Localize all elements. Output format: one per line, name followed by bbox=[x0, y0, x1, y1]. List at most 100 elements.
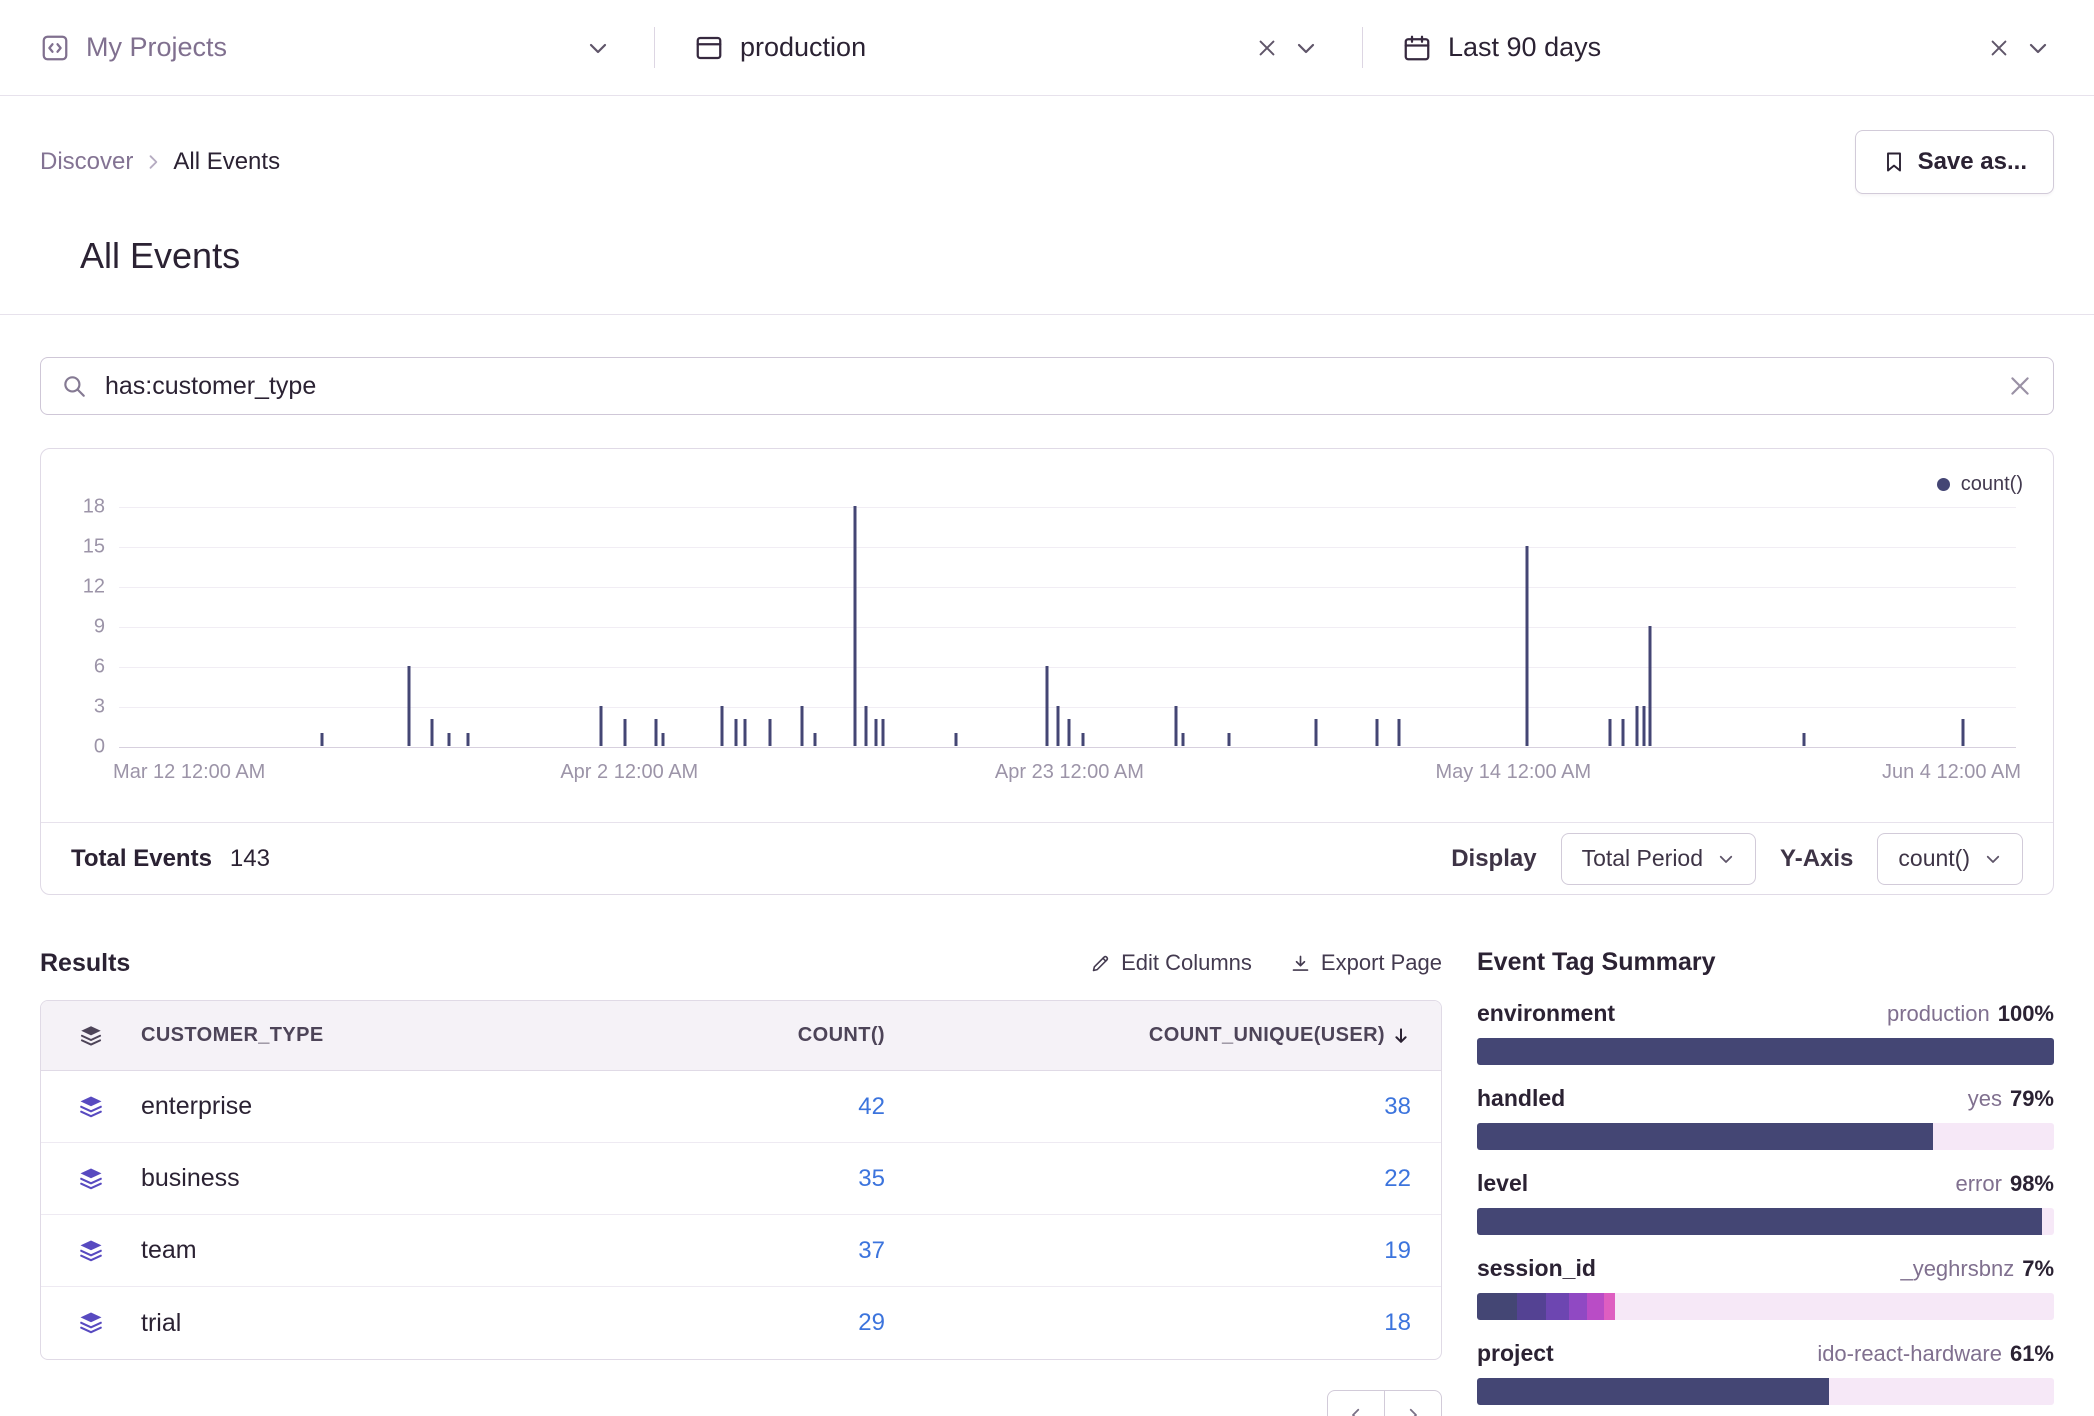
chart-plot[interactable] bbox=[119, 507, 2016, 747]
count-unique-cell-link[interactable]: 18 bbox=[915, 1309, 1441, 1337]
tag-distribution-bar[interactable] bbox=[1477, 1378, 2054, 1405]
chart-spike bbox=[1648, 626, 1651, 746]
tag-bar-segment bbox=[1477, 1038, 2054, 1065]
project-filter[interactable]: My Projects bbox=[0, 0, 654, 95]
count-cell-link[interactable]: 42 bbox=[731, 1093, 915, 1121]
pencil-icon bbox=[1090, 953, 1111, 974]
save-as-button[interactable]: Save as... bbox=[1855, 130, 2054, 194]
tag-distribution-bar[interactable] bbox=[1477, 1293, 2054, 1320]
chart-spike bbox=[1182, 733, 1185, 746]
results-table-body: enterprise 42 38 business 35 22 team 37 … bbox=[41, 1071, 1441, 1359]
chart-spike bbox=[1635, 706, 1638, 746]
tag-name: level bbox=[1477, 1170, 1528, 1197]
chart-spike bbox=[467, 733, 470, 746]
tag-bar-segment bbox=[1615, 1293, 2054, 1320]
results-table-header: CUSTOMER_TYPE COUNT() COUNT_UNIQUE(USER) bbox=[41, 1001, 1441, 1071]
breadcrumb-discover-link[interactable]: Discover bbox=[40, 148, 133, 176]
chart-x-labels: Mar 12 12:00 AMApr 2 12:00 AMApr 23 12:0… bbox=[119, 761, 2016, 789]
column-header-count-unique[interactable]: COUNT_UNIQUE(USER) bbox=[915, 1024, 1441, 1047]
chart-spike bbox=[1227, 733, 1230, 746]
chevron-right-icon bbox=[1404, 1406, 1422, 1416]
tag-bar-segment bbox=[1604, 1293, 1616, 1320]
chart-spike bbox=[1068, 719, 1071, 746]
tag-bar-segment bbox=[1477, 1208, 2042, 1235]
chart-gridline bbox=[119, 667, 2016, 668]
chevron-down-icon[interactable] bbox=[1294, 36, 1318, 60]
chart-spike bbox=[768, 719, 771, 746]
display-select[interactable]: Total Period bbox=[1561, 833, 1756, 885]
edit-columns-label: Edit Columns bbox=[1121, 950, 1252, 976]
tag-bar-segment bbox=[1933, 1123, 2054, 1150]
chart-y-labels: 1815129630 bbox=[41, 507, 105, 747]
search-bar bbox=[40, 357, 2054, 415]
count-cell-link[interactable]: 29 bbox=[731, 1309, 915, 1337]
previous-page-button[interactable] bbox=[1327, 1390, 1385, 1416]
search-input[interactable] bbox=[105, 372, 1989, 401]
y-axis-select[interactable]: count() bbox=[1877, 833, 2023, 885]
export-page-button[interactable]: Export Page bbox=[1290, 950, 1442, 976]
tag-summary-item: handledyes79% bbox=[1477, 1085, 2054, 1150]
chart-spike bbox=[431, 719, 434, 746]
count-cell-link[interactable]: 37 bbox=[731, 1237, 915, 1265]
download-icon bbox=[1290, 953, 1311, 974]
search-icon bbox=[61, 373, 87, 399]
tag-bar-segment bbox=[1829, 1378, 2054, 1405]
edit-columns-button[interactable]: Edit Columns bbox=[1090, 950, 1252, 976]
results-title: Results bbox=[40, 949, 130, 978]
results-section: Results Edit Columns Export bbox=[40, 948, 1442, 1360]
chart-spike bbox=[1315, 719, 1318, 746]
clear-search-icon[interactable] bbox=[2007, 373, 2033, 399]
clear-environment-icon[interactable] bbox=[1256, 37, 1278, 59]
tag-summary-title: Event Tag Summary bbox=[1477, 948, 2054, 978]
tag-distribution-bar[interactable] bbox=[1477, 1123, 2054, 1150]
export-page-label: Export Page bbox=[1321, 950, 1442, 976]
layers-icon bbox=[41, 1093, 141, 1121]
page-title: All Events bbox=[80, 234, 2014, 278]
chart-legend[interactable]: count() bbox=[1937, 473, 2023, 496]
pagination bbox=[1327, 1390, 1442, 1416]
customer-type-cell: business bbox=[141, 1164, 731, 1193]
layers-icon bbox=[41, 1237, 141, 1265]
chart-spike bbox=[734, 719, 737, 746]
chart-spike bbox=[1609, 719, 1612, 746]
environment-filter[interactable]: production bbox=[654, 0, 1362, 95]
column-header-customer-type[interactable]: CUSTOMER_TYPE bbox=[141, 1024, 731, 1047]
save-as-label: Save as... bbox=[1918, 148, 2027, 176]
chart-footer: Total Events 143 Display Total Period Y-… bbox=[41, 822, 2053, 894]
page-header: Discover All Events Save as... All Event… bbox=[0, 130, 2094, 315]
sort-descending-icon bbox=[1391, 1026, 1411, 1046]
next-page-button[interactable] bbox=[1384, 1390, 1442, 1416]
tag-top-value: yes bbox=[1968, 1086, 2002, 1112]
project-filter-label: My Projects bbox=[86, 32, 227, 63]
chart-spike bbox=[854, 506, 857, 746]
chart-spike bbox=[800, 706, 803, 746]
chevron-down-icon[interactable] bbox=[2026, 36, 2050, 60]
tag-bar-segment bbox=[1517, 1293, 1546, 1320]
chart-gridline bbox=[119, 547, 2016, 548]
count-unique-cell-link[interactable]: 22 bbox=[915, 1165, 1441, 1193]
count-unique-cell-link[interactable]: 19 bbox=[915, 1237, 1441, 1265]
tag-top-value: ido-react-hardware bbox=[1817, 1341, 2002, 1367]
y-axis-tick-label: 18 bbox=[83, 496, 105, 519]
chart-spike bbox=[662, 733, 665, 746]
breadcrumb-current: All Events bbox=[173, 148, 280, 176]
count-cell-link[interactable]: 35 bbox=[731, 1165, 915, 1193]
x-axis-tick-label: Jun 4 12:00 AM bbox=[1882, 761, 2021, 784]
tag-bar-segment bbox=[1569, 1293, 1586, 1320]
count-unique-cell-link[interactable]: 38 bbox=[915, 1093, 1441, 1121]
chart-spike bbox=[1398, 719, 1401, 746]
chart-gridline bbox=[119, 707, 2016, 708]
total-events-label: Total Events bbox=[71, 845, 212, 873]
tag-summary-item: projectido-react-hardware61% bbox=[1477, 1340, 2054, 1405]
tag-distribution-bar[interactable] bbox=[1477, 1038, 2054, 1065]
calendar-icon bbox=[1402, 33, 1432, 63]
chart-gridline bbox=[119, 747, 2016, 748]
date-range-label: Last 90 days bbox=[1448, 32, 1601, 63]
tag-distribution-bar[interactable] bbox=[1477, 1208, 2054, 1235]
y-axis-tick-label: 0 bbox=[94, 736, 105, 759]
column-header-count[interactable]: COUNT() bbox=[731, 1024, 915, 1047]
date-range-filter[interactable]: Last 90 days bbox=[1362, 0, 2094, 95]
chevron-down-icon[interactable] bbox=[586, 36, 610, 60]
clear-date-icon[interactable] bbox=[1988, 37, 2010, 59]
tag-percentage: 7% bbox=[2022, 1256, 2054, 1282]
